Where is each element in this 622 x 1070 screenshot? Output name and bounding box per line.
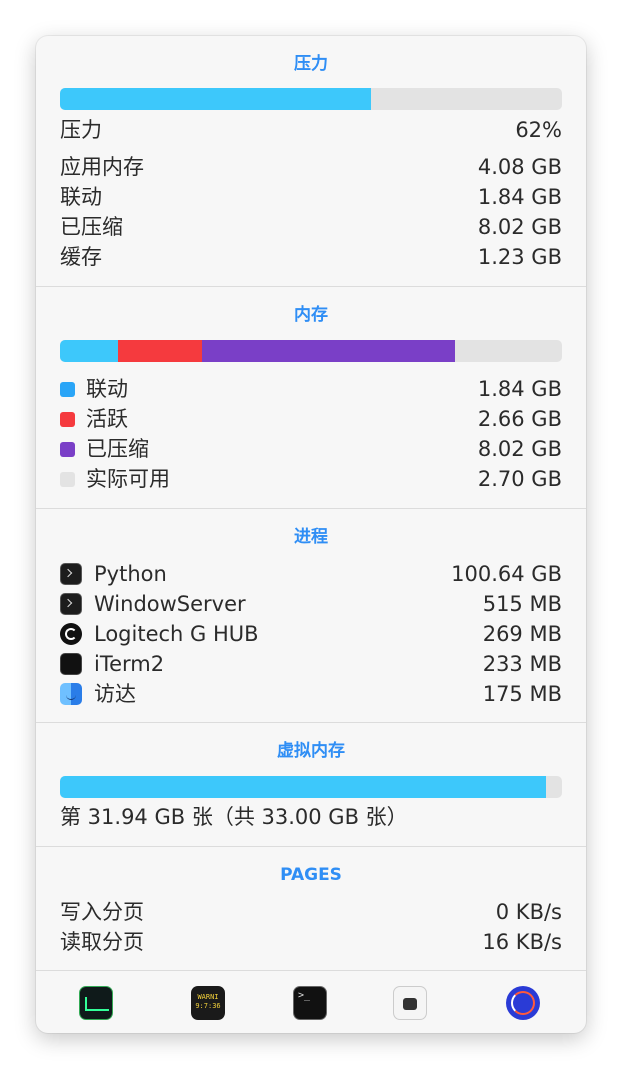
pages-title: PAGES <box>280 865 342 885</box>
swap-usage-row: 第 31.94 GB 张（共 33.00 GB 张） <box>60 802 562 832</box>
legend-item-available: 实际可用 2.70 GB <box>60 464 562 494</box>
legend-item-active: 活跃 2.66 GB <box>60 404 562 434</box>
swap-bar-fill <box>60 776 546 798</box>
row-value: 4.08 GB <box>477 155 562 179</box>
logitech-icon <box>60 623 82 645</box>
legend-item-compressed: 已压缩 8.02 GB <box>60 434 562 464</box>
activity-monitor-icon[interactable] <box>79 986 113 1020</box>
swap-usage-text: 第 31.94 GB 张（共 33.00 GB 张） <box>60 805 408 829</box>
process-row[interactable]: Python 100.64 GB <box>60 559 562 589</box>
legend-item-wired: 联动 1.84 GB <box>60 374 562 404</box>
process-row[interactable]: WindowServer 515 MB <box>60 589 562 619</box>
legend-swatch <box>60 442 75 457</box>
memory-bar <box>60 340 562 362</box>
process-row[interactable]: Logitech G HUB 269 MB <box>60 619 562 649</box>
section-divider <box>36 846 586 847</box>
row-value: 16 KB/s <box>482 930 562 954</box>
row-value: 1.84 GB <box>477 185 562 209</box>
row-value: 0 KB/s <box>495 900 562 924</box>
pressure-bar <box>60 88 562 110</box>
memory-segment-compressed <box>202 340 455 362</box>
legend-label: 已压缩 <box>86 437 149 461</box>
iterm-icon <box>60 653 82 675</box>
process-memory: 100.64 GB <box>451 562 562 586</box>
terminal-icon <box>60 563 82 585</box>
memory-segment-active <box>117 340 203 362</box>
legend-value: 8.02 GB <box>477 437 562 461</box>
legend-label: 实际可用 <box>86 467 170 491</box>
process-name: iTerm2 <box>94 652 165 676</box>
memory-panel: 压力 压力 62% 应用内存 4.08 GB 联动 1.84 GB 已压缩 8.… <box>36 36 586 1033</box>
section-divider <box>36 286 586 287</box>
legend-swatch <box>60 412 75 427</box>
swap-bar <box>60 776 562 798</box>
network-icon[interactable] <box>393 986 427 1020</box>
process-memory: 233 MB <box>482 652 562 676</box>
wired-memory-row: 联动 1.84 GB <box>60 182 562 212</box>
swap-title: 虚拟内存 <box>277 741 345 761</box>
legend-value: 1.84 GB <box>477 377 562 401</box>
legend-value: 2.70 GB <box>477 467 562 491</box>
row-value: 1.23 GB <box>477 245 562 269</box>
finder-icon <box>60 683 82 705</box>
row-label: 写入分页 <box>60 900 144 924</box>
pageins-row: 读取分页 16 KB/s <box>60 927 562 957</box>
legend-value: 2.66 GB <box>477 407 562 431</box>
pressure-label: 压力 <box>60 118 102 142</box>
memory-title: 内存 <box>294 305 328 325</box>
process-memory: 515 MB <box>482 592 562 616</box>
processes-title: 进程 <box>294 527 328 547</box>
pageouts-row: 写入分页 0 KB/s <box>60 897 562 927</box>
compressed-row: 已压缩 8.02 GB <box>60 212 562 242</box>
row-label: 联动 <box>60 185 102 209</box>
row-label: 读取分页 <box>60 930 144 954</box>
process-memory: 269 MB <box>482 622 562 646</box>
legend-label: 活跃 <box>86 407 128 431</box>
legend-swatch <box>60 472 75 487</box>
process-name: Logitech G HUB <box>94 622 259 646</box>
app-shortcut-bar: WARNI 9:7:36 >_ <box>36 970 586 1033</box>
row-value: 8.02 GB <box>477 215 562 239</box>
section-divider <box>36 508 586 509</box>
terminal-app-icon[interactable]: >_ <box>293 986 327 1020</box>
process-name: Python <box>94 562 167 586</box>
process-memory: 175 MB <box>482 682 562 706</box>
app-memory-row: 应用内存 4.08 GB <box>60 152 562 182</box>
memory-segment-wired <box>60 340 118 362</box>
process-name: WindowServer <box>94 592 246 616</box>
process-row[interactable]: iTerm2 233 MB <box>60 649 562 679</box>
pressure-value: 62% <box>515 118 562 142</box>
row-label: 缓存 <box>60 245 102 269</box>
pressure-bar-fill <box>60 88 372 110</box>
row-label: 已压缩 <box>60 215 123 239</box>
section-divider <box>36 722 586 723</box>
pressure-title: 压力 <box>294 54 328 74</box>
process-name: 访达 <box>94 682 136 706</box>
process-row[interactable]: 访达 175 MB <box>60 679 562 709</box>
cached-row: 缓存 1.23 GB <box>60 242 562 272</box>
terminal-icon <box>60 593 82 615</box>
legend-label: 联动 <box>86 377 128 401</box>
console-icon[interactable]: WARNI 9:7:36 <box>191 986 225 1020</box>
pressure-row: 压力 62% <box>60 115 562 145</box>
legend-swatch <box>60 382 75 397</box>
disk-utility-icon[interactable] <box>506 986 540 1020</box>
row-label: 应用内存 <box>60 155 144 179</box>
